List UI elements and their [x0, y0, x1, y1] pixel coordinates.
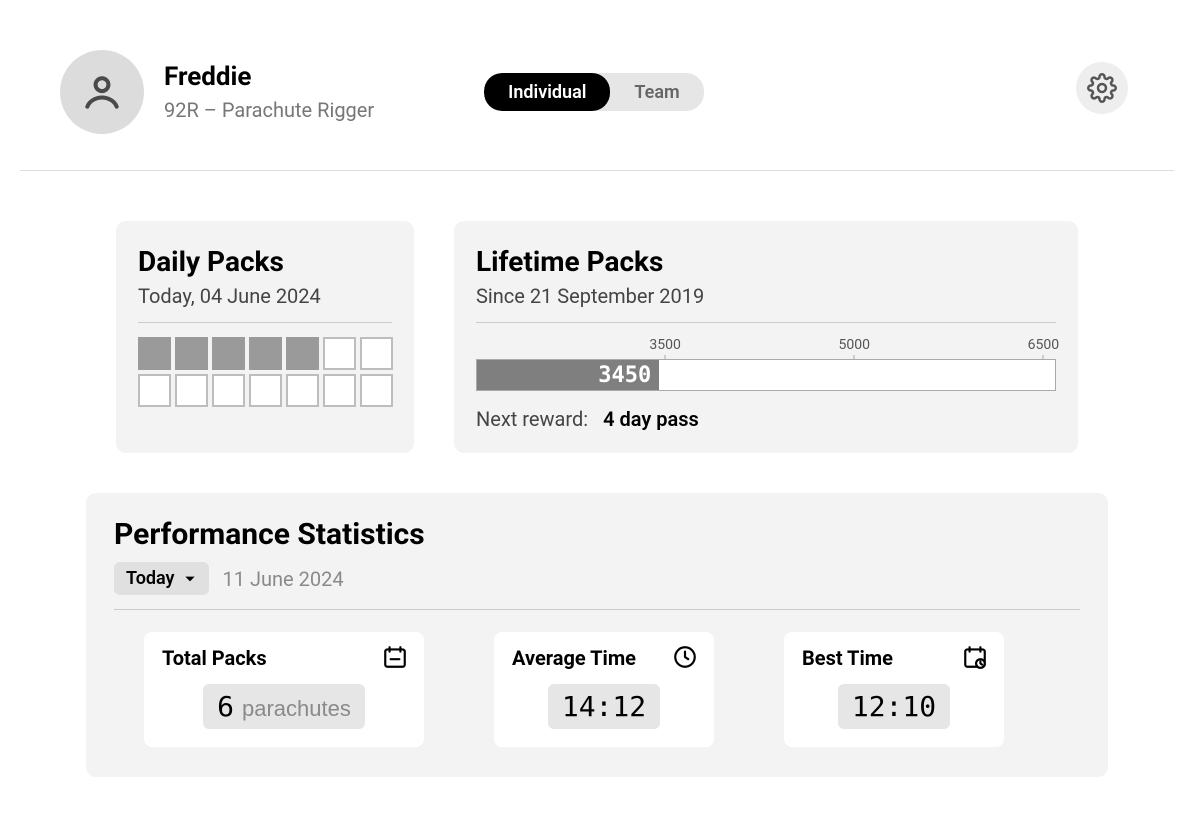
- user-name: Freddie: [164, 62, 374, 93]
- lifetime-packs-title: Lifetime Packs: [476, 245, 1056, 278]
- avatar[interactable]: [60, 50, 144, 134]
- performance-toolbar: Today 11 June 2024: [114, 562, 1080, 595]
- daily-cell: [212, 337, 245, 370]
- tab-individual[interactable]: Individual: [484, 73, 610, 111]
- stat-value: 14:12: [548, 684, 660, 729]
- stat-best-time: Best Time 12:10: [784, 632, 1004, 747]
- page-root: Freddie 92R – Parachute Rigger Individua…: [0, 0, 1194, 777]
- daily-cell: [175, 374, 208, 407]
- daily-cell: [175, 337, 208, 370]
- lifetime-packs-card: Lifetime Packs Since 21 September 2019 3…: [454, 221, 1078, 453]
- performance-date: 11 June 2024: [223, 567, 344, 591]
- daily-cell: [249, 337, 282, 370]
- tick-label: 6500: [1028, 337, 1059, 353]
- view-toggle: Individual Team: [484, 73, 704, 111]
- lifetime-progress: 3500 5000 6500 3450: [476, 337, 1056, 391]
- header: Freddie 92R – Parachute Rigger Individua…: [20, 0, 1174, 171]
- daily-cell: [212, 374, 245, 407]
- daily-cell: [286, 374, 319, 407]
- daily-packs-card: Daily Packs Today, 04 June 2024: [116, 221, 414, 453]
- settings-button[interactable]: [1076, 62, 1128, 114]
- daily-packs-title: Daily Packs: [138, 245, 392, 278]
- tick-row: 3500 5000 6500: [476, 337, 1056, 359]
- calendar-minus-icon: [382, 644, 408, 674]
- range-dropdown[interactable]: Today: [114, 562, 209, 595]
- divider: [114, 609, 1080, 610]
- daily-cell: [249, 374, 282, 407]
- progress-track: 3450: [476, 359, 1056, 391]
- user-role: 92R – Parachute Rigger: [164, 98, 374, 122]
- daily-cell: [286, 337, 319, 370]
- gear-icon: [1087, 73, 1117, 103]
- next-reward: Next reward: 4 day pass: [476, 407, 1056, 431]
- range-label: Today: [126, 568, 175, 589]
- stat-title: Average Time: [512, 646, 696, 670]
- tick-label: 5000: [839, 337, 870, 353]
- calendar-clock-icon: [962, 644, 988, 674]
- lifetime-packs-since: Since 21 September 2019: [476, 284, 1056, 308]
- next-reward-label: Next reward:: [476, 407, 588, 431]
- stat-value: 6 parachutes: [203, 684, 365, 729]
- clock-icon: [672, 644, 698, 674]
- tick-label: 3500: [649, 337, 680, 353]
- daily-grid: [138, 337, 392, 407]
- performance-title: Performance Statistics: [114, 517, 1080, 552]
- progress-fill: 3450: [477, 360, 659, 390]
- performance-section: Performance Statistics Today 11 June 202…: [86, 493, 1108, 777]
- person-icon: [80, 70, 124, 114]
- stat-total-packs: Total Packs 6 parachutes: [144, 632, 424, 747]
- daily-packs-date: Today, 04 June 2024: [138, 284, 392, 308]
- daily-cell: [323, 374, 356, 407]
- progress-value: 3450: [598, 363, 651, 388]
- daily-cell: [360, 337, 393, 370]
- stat-average-time: Average Time 14:12: [494, 632, 714, 747]
- summary-cards: Daily Packs Today, 04 June 2024 Lifetime…: [20, 221, 1174, 453]
- stat-unit: parachutes: [242, 696, 351, 722]
- divider: [138, 322, 392, 323]
- chevron-down-icon: [183, 572, 197, 586]
- daily-cell: [138, 337, 171, 370]
- daily-cell: [138, 374, 171, 407]
- tab-team[interactable]: Team: [610, 73, 703, 111]
- stat-value: 12:10: [838, 684, 950, 729]
- daily-cell: [323, 337, 356, 370]
- stat-title: Best Time: [802, 646, 986, 670]
- stats-row: Total Packs 6 parachutes Average Time: [114, 632, 1080, 747]
- stat-title: Total Packs: [162, 646, 406, 670]
- divider: [476, 322, 1056, 323]
- daily-cell: [360, 374, 393, 407]
- next-reward-value: 4 day pass: [603, 407, 699, 431]
- user-meta: Freddie 92R – Parachute Rigger: [164, 62, 374, 121]
